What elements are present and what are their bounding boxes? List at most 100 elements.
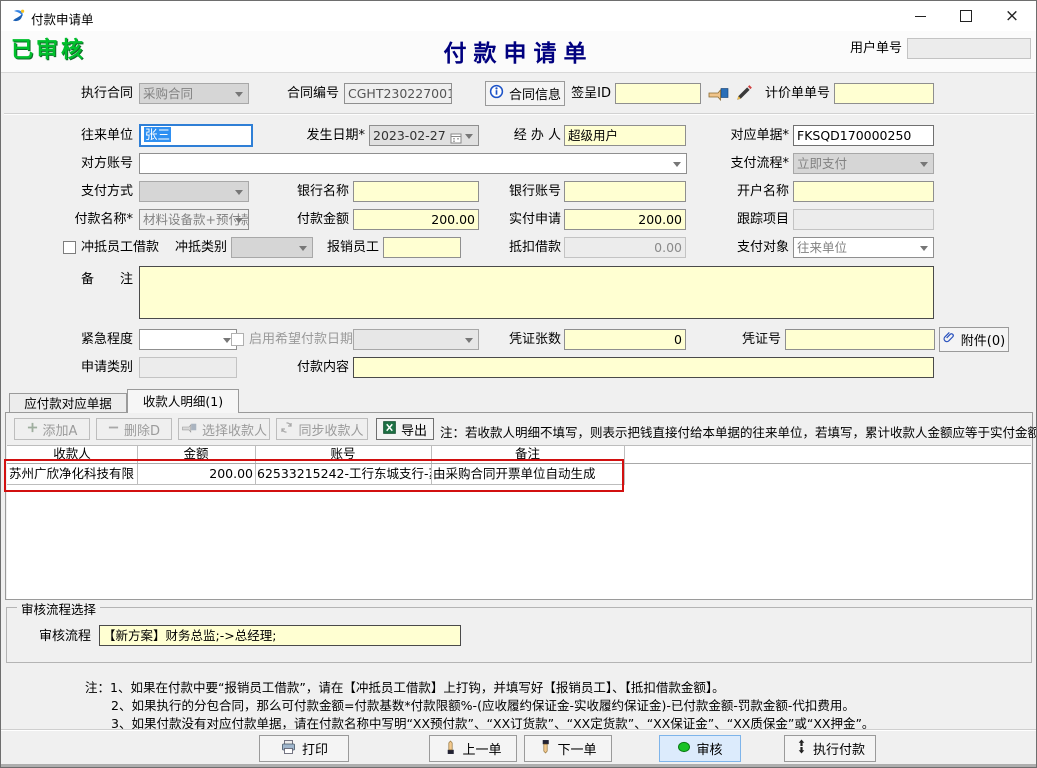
tab-payable-docs[interactable]: 应付款对应单据 [9,393,127,413]
exec-contract-select[interactable]: 采购合同 [139,83,249,104]
track-project-label: 跟踪项目 [719,209,789,230]
delete-payee-button[interactable]: 删除D [96,418,172,440]
pay-flow-label: 支付流程* [719,153,789,174]
wish-date-checkbox-label: 启用希望付款日期 [249,329,355,350]
bottom-bar: 打印 上一单 下一单 审核 执行付款 [1,730,1036,765]
window-title: 付款申请单 [31,9,94,28]
approval-group-title: 审核流程选择 [17,599,100,618]
pay-method-label: 支付方式 [33,181,133,202]
bank-name-field[interactable] [353,181,479,202]
track-project-field[interactable] [793,209,934,230]
voucher-count-field[interactable]: 0 [564,329,686,350]
counterparty-field[interactable]: 张三 [139,124,253,147]
print-button[interactable]: 打印 [259,735,349,762]
sync-icon [280,421,293,438]
offset-loan-checkbox[interactable] [63,241,76,254]
offset-type-select[interactable] [231,237,313,258]
close-button[interactable]: × [989,1,1035,31]
counterparty-label: 往来单位 [33,125,133,146]
chevron-down-icon [235,92,243,101]
pay-content-label: 付款内容 [289,357,349,378]
wish-date-checkbox[interactable] [231,333,244,346]
offset-loan-checkbox-label: 冲抵员工借款 [81,237,173,258]
maximize-icon [960,10,972,22]
add-payee-button[interactable]: 添加A [14,418,90,440]
pricing-no-label: 计价单单号 [754,83,830,104]
table-row-cell-payee[interactable]: 苏州广欣净化科技有限 [7,464,137,484]
date-picker[interactable]: 2023-02-27 [369,125,479,146]
select-payee-button[interactable]: 选择收款人 [178,418,270,440]
account-name-field[interactable] [793,181,934,202]
execute-pay-icon [795,739,808,758]
counter-account-combo[interactable] [139,153,687,174]
payee-note: 注：若收款人明细不填写，则表示把钱直接付给本单据的往来单位，若填写，累计收款人金… [440,422,1037,441]
col-header-account[interactable]: 账号 [255,446,431,463]
prev-doc-button[interactable]: 上一单 [429,735,517,762]
voucher-no-field[interactable] [785,329,935,350]
urgency-select[interactable] [139,329,237,350]
approval-flow-group: 审核流程选择 审核流程 【新方案】财务总监;->总经理; [6,607,1032,663]
pen-icon[interactable] [735,84,753,106]
deduct-label: 抵扣借款 [499,237,561,258]
tab-payee-detail[interactable]: 收款人明细(1) [127,389,239,413]
remark-textarea[interactable] [139,266,934,319]
export-button[interactable]: 导出 [376,418,434,440]
pay-flow-select[interactable]: 立即支付 [793,153,934,174]
col-header-payee[interactable]: 收款人 [7,446,137,463]
close-icon: × [1005,8,1019,25]
minimize-button[interactable] [897,1,943,31]
payee-table: 收款人 金额 账号 备注 苏州广欣净化科技有限 200.00 625332152… [7,445,1031,599]
pay-method-select[interactable] [139,181,249,202]
chevron-down-icon [673,162,681,171]
remove-icon [108,422,119,437]
pay-name-select[interactable]: 材料设备款+预付款 [139,209,249,230]
contract-info-button[interactable]: 合同信息 [485,81,565,106]
next-doc-button[interactable]: 下一单 [524,735,612,762]
column-divider [624,446,625,485]
contract-no-field[interactable]: CGHT230227001 [344,83,452,104]
bank-account-field[interactable] [564,181,686,202]
actual-pay-field[interactable]: 200.00 [564,209,686,230]
execute-payment-button[interactable]: 执行付款 [784,735,876,762]
pay-content-field[interactable] [353,357,934,378]
bank-account-label: 银行账号 [499,181,561,202]
apply-type-field[interactable] [139,357,237,378]
sign-id-label: 签呈ID [567,83,611,104]
sign-id-field[interactable] [615,83,701,104]
pay-target-select[interactable]: 往来单位 [793,237,934,258]
app-icon [10,8,26,24]
attachment-button[interactable]: 附件(0) [939,327,1009,352]
table-row-cell-account[interactable]: 62533215242-工行东城支行-苏州 [255,464,431,484]
info-icon [489,84,504,103]
chevron-down-icon [920,162,928,171]
col-header-amount[interactable]: 金额 [137,446,255,463]
chevron-down-icon [235,218,243,227]
wish-date-picker[interactable] [353,329,479,350]
note-line-2: 2、如果执行的分包合同，那么可付款金额=付款基数*付款限额%-(应收履约保证金-… [111,695,855,714]
deduct-field[interactable]: 0.00 [564,237,686,258]
operator-field[interactable]: 超级用户 [564,125,686,146]
reimburse-field[interactable] [383,237,461,258]
paperclip-icon [943,330,956,349]
approve-button[interactable]: 审核 [659,735,741,762]
table-row-cell-remark[interactable]: 由采购合同开票单位自动生成 [431,464,624,484]
pricing-no-field[interactable] [834,83,934,104]
sync-payee-button[interactable]: 同步收款人 [276,418,368,440]
hand-point-icon[interactable] [707,85,729,105]
approval-flow-field[interactable]: 【新方案】财务总监;->总经理; [99,625,461,646]
bank-name-label: 银行名称 [289,181,349,202]
maximize-button[interactable] [943,1,989,31]
ref-doc-field[interactable]: FKSQD170000250 [793,125,934,146]
pay-amount-label: 付款金额 [289,209,349,230]
chevron-down-icon [465,338,473,347]
table-row-cell-amount[interactable]: 200.00 [137,464,255,484]
pay-target-label: 支付对象 [719,237,789,258]
col-header-remark[interactable]: 备注 [431,446,624,463]
approve-dot-icon [677,741,691,757]
divider [4,113,1034,115]
voucher-no-label: 凭证号 [735,329,781,350]
pay-amount-field[interactable]: 200.00 [353,209,479,230]
user-no-field[interactable] [907,38,1031,59]
chevron-down-icon [465,134,473,143]
voucher-count-label: 凭证张数 [501,329,561,350]
